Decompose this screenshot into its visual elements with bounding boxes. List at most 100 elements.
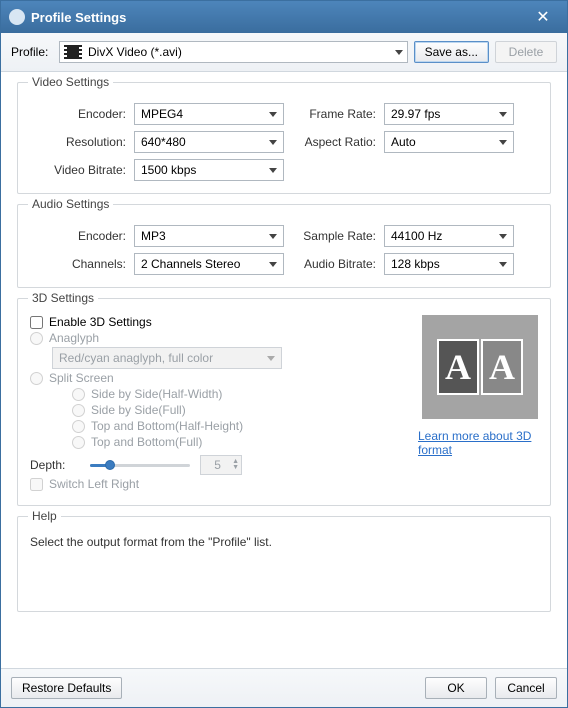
profile-value: DivX Video (*.avi) (88, 45, 389, 59)
help-text: Select the output format from the "Profi… (30, 535, 538, 549)
save-as-button[interactable]: Save as... (414, 41, 489, 63)
abitrate-combo[interactable]: 128 kbps (384, 253, 514, 275)
learn-more-link[interactable]: Learn more about 3D format (418, 429, 538, 457)
split-radio-input (30, 372, 43, 385)
resolution-value: 640*480 (141, 135, 263, 149)
sbs-half-radio: Side by Side(Half-Width) (72, 387, 402, 401)
chevron-down-icon (395, 50, 403, 55)
restore-defaults-button[interactable]: Restore Defaults (11, 677, 122, 699)
content-area: Video Settings Encoder: MPEG4 Frame Rate… (1, 72, 567, 668)
anaglyph-label: Anaglyph (49, 331, 99, 345)
chevron-down-icon (499, 112, 507, 117)
tab-full-label: Top and Bottom(Full) (91, 435, 202, 449)
tab-full-input (72, 436, 85, 449)
tab-full-radio: Top and Bottom(Full) (72, 435, 402, 449)
abitrate-label: Audio Bitrate: (292, 257, 376, 271)
footer: Restore Defaults OK Cancel (1, 668, 567, 707)
abitrate-value: 128 kbps (391, 257, 493, 271)
depth-spinner: 5 ▲▼ (200, 455, 242, 475)
audio-encoder-value: MP3 (141, 229, 263, 243)
ok-label: OK (447, 681, 464, 695)
channels-value: 2 Channels Stereo (141, 257, 263, 271)
aspect-combo[interactable]: Auto (384, 131, 514, 153)
chevron-down-icon (269, 262, 277, 267)
depth-row: Depth: 5 ▲▼ (30, 455, 402, 475)
window-title: Profile Settings (31, 10, 527, 25)
enable-3d-checkbox[interactable] (30, 316, 43, 329)
anaglyph-option: Red/cyan anaglyph, full color (59, 351, 261, 365)
sbs-full-radio: Side by Side(Full) (72, 403, 402, 417)
titlebar: Profile Settings ✕ (1, 1, 567, 33)
app-icon (9, 9, 25, 25)
sbs-full-label: Side by Side(Full) (91, 403, 186, 417)
video-encoder-value: MPEG4 (141, 107, 263, 121)
aspect-value: Auto (391, 135, 493, 149)
close-button[interactable]: ✕ (527, 5, 559, 29)
delete-label: Delete (509, 45, 544, 59)
tab-half-radio: Top and Bottom(Half-Height) (72, 419, 402, 433)
channels-combo[interactable]: 2 Channels Stereo (134, 253, 284, 275)
sbs-half-label: Side by Side(Half-Width) (91, 387, 222, 401)
profile-label: Profile: (11, 45, 53, 59)
video-legend: Video Settings (28, 75, 113, 89)
three-d-left: Enable 3D Settings Anaglyph Red/cyan ana… (30, 313, 402, 493)
audio-legend: Audio Settings (28, 197, 113, 211)
split-radio: Split Screen (30, 371, 402, 385)
chevron-down-icon (269, 112, 277, 117)
sbs-half-input (72, 388, 85, 401)
profile-toolbar: Profile: DivX Video (*.avi) Save as... D… (1, 33, 567, 72)
save-as-label: Save as... (425, 45, 478, 59)
depth-slider[interactable] (90, 457, 190, 473)
spinner-arrows: ▲▼ (232, 459, 239, 471)
anaglyph-radio-input (30, 332, 43, 345)
vbitrate-label: Video Bitrate: (30, 163, 126, 177)
samplerate-combo[interactable]: 44100 Hz (384, 225, 514, 247)
cancel-button[interactable]: Cancel (495, 677, 557, 699)
video-encoder-label: Encoder: (30, 107, 126, 121)
close-icon: ✕ (536, 7, 549, 27)
enable-3d-check[interactable]: Enable 3D Settings (30, 315, 402, 329)
help-group: Help Select the output format from the "… (17, 516, 551, 612)
three-d-settings-group: 3D Settings Enable 3D Settings Anaglyph … (17, 298, 551, 506)
avi-icon (64, 45, 82, 59)
audio-encoder-combo[interactable]: MP3 (134, 225, 284, 247)
vbitrate-value: 1500 kbps (141, 163, 263, 177)
vbitrate-combo[interactable]: 1500 kbps (134, 159, 284, 181)
switch-lr-label: Switch Left Right (49, 477, 139, 491)
chevron-down-icon (269, 234, 277, 239)
depth-value: 5 (203, 458, 232, 472)
restore-label: Restore Defaults (22, 681, 111, 695)
sbs-full-input (72, 404, 85, 417)
slider-thumb[interactable] (105, 460, 115, 470)
audio-encoder-label: Encoder: (30, 229, 126, 243)
dialog-window: Profile Settings ✕ Profile: DivX Video (… (0, 0, 568, 708)
tab-half-label: Top and Bottom(Half-Height) (91, 419, 243, 433)
chevron-down-icon (269, 140, 277, 145)
depth-label: Depth: (30, 458, 80, 472)
delete-button: Delete (495, 41, 557, 63)
tab-half-input (72, 420, 85, 433)
resolution-label: Resolution: (30, 135, 126, 149)
framerate-combo[interactable]: 29.97 fps (384, 103, 514, 125)
anaglyph-option-wrap: Red/cyan anaglyph, full color (52, 347, 402, 369)
preview-aa: A A (437, 339, 523, 395)
switch-lr-check: Switch Left Right (30, 477, 402, 491)
audio-settings-group: Audio Settings Encoder: MP3 Sample Rate:… (17, 204, 551, 288)
switch-lr-checkbox (30, 478, 43, 491)
help-legend: Help (28, 509, 61, 523)
samplerate-label: Sample Rate: (292, 229, 376, 243)
resolution-combo[interactable]: 640*480 (134, 131, 284, 153)
samplerate-value: 44100 Hz (391, 229, 493, 243)
video-encoder-combo[interactable]: MPEG4 (134, 103, 284, 125)
chevron-down-icon (499, 262, 507, 267)
three-d-right: A A Learn more about 3D format (418, 313, 538, 493)
aspect-label: Aspect Ratio: (292, 135, 376, 149)
preview-a-right: A (481, 339, 523, 395)
enable-3d-label: Enable 3D Settings (49, 315, 152, 329)
video-settings-group: Video Settings Encoder: MPEG4 Frame Rate… (17, 82, 551, 194)
anaglyph-radio: Anaglyph (30, 331, 402, 345)
preview-a-left: A (437, 339, 479, 395)
channels-label: Channels: (30, 257, 126, 271)
ok-button[interactable]: OK (425, 677, 487, 699)
profile-select[interactable]: DivX Video (*.avi) (59, 41, 408, 63)
